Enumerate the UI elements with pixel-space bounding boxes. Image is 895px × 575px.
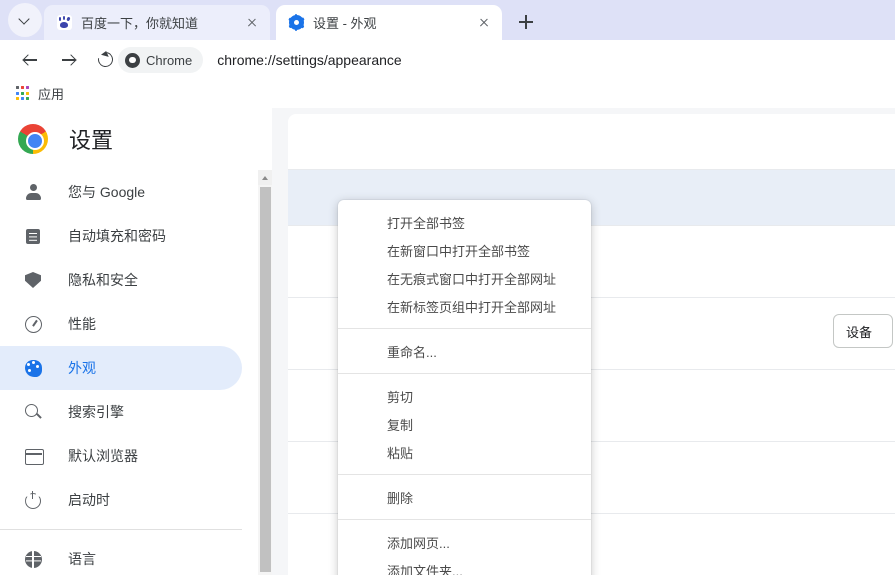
new-tab-button[interactable] [512, 8, 540, 36]
menu-group: 删除 [338, 483, 591, 511]
arrow-left-icon [23, 53, 37, 67]
tab-title: 设置 - 外观 [313, 16, 377, 31]
menu-item-add-page[interactable]: 添加网页... [338, 528, 591, 556]
scroll-up-arrow-icon[interactable] [258, 170, 272, 185]
menu-item-cut[interactable]: 剪切 [338, 382, 591, 410]
sidebar-item-you-and-google[interactable]: 您与 Google [0, 170, 242, 214]
menu-group: 重命名... [338, 337, 591, 365]
menu-item-label: 添加文件夹... [387, 563, 463, 575]
menu-item-label: 在新标签页组中打开全部网址 [387, 299, 557, 315]
settings-sidebar: 您与 Google 自动填充和密码 隐私和安全 性能 外观 搜索引擎 默认浏览器… [0, 170, 258, 575]
gear-icon [287, 13, 305, 32]
power-icon [22, 489, 44, 511]
clipboard-icon [22, 225, 44, 247]
palette-icon [22, 357, 44, 379]
sidebar-item-label: 语言 [68, 551, 96, 567]
sidebar-item-default-browser[interactable]: 默认浏览器 [0, 434, 242, 478]
menu-item-open-all-bookmarks[interactable]: 打开全部书签 [338, 208, 591, 236]
settings-header: 设置 [0, 108, 260, 170]
sidebar-item-label: 搜索引擎 [68, 404, 124, 420]
menu-item-label: 在无痕式窗口中打开全部网址 [387, 271, 557, 287]
menu-item-rename[interactable]: 重命名... [338, 337, 591, 365]
tab-settings[interactable]: 设置 - 外观 [276, 5, 502, 40]
settings-row [288, 114, 895, 170]
menu-item-label: 在新窗口中打开全部书签 [387, 243, 531, 259]
menu-divider [338, 519, 591, 520]
close-icon[interactable] [474, 13, 494, 33]
sidebar-divider [0, 529, 242, 530]
sidebar-item-search-engine[interactable]: 搜索引擎 [0, 390, 242, 434]
menu-group: 添加网页... 添加文件夹... [338, 528, 591, 575]
apps-grid-icon [15, 86, 30, 101]
address-bar[interactable]: Chrome chrome://settings/appearance [118, 45, 888, 75]
menu-item-label: 删除 [387, 490, 414, 506]
sidebar-item-label: 启动时 [68, 492, 110, 508]
globe-icon [22, 548, 44, 570]
window-icon [22, 445, 44, 467]
menu-item-add-folder[interactable]: 添加文件夹... [338, 556, 591, 575]
sidebar-item-on-startup[interactable]: 启动时 [0, 478, 242, 522]
sidebar-item-autofill[interactable]: 自动填充和密码 [0, 214, 242, 258]
menu-item-open-all-tab-group[interactable]: 在新标签页组中打开全部网址 [338, 292, 591, 320]
menu-divider [338, 474, 591, 475]
sidebar-item-label: 自动填充和密码 [68, 228, 166, 244]
settings-page: 设置 您与 Google 自动填充和密码 隐私和安全 性能 外观 搜索引擎 默认… [0, 108, 895, 575]
sidebar-item-label: 默认浏览器 [68, 448, 138, 464]
menu-divider [338, 373, 591, 374]
bookmark-label: 应用 [38, 86, 65, 102]
menu-item-open-all-new-window[interactable]: 在新窗口中打开全部书签 [338, 236, 591, 264]
menu-group: 剪切 复制 粘贴 [338, 382, 591, 466]
chrome-chip-label: Chrome [146, 52, 193, 68]
tab-strip: 百度一下，你就知道 设置 - 外观 [0, 0, 895, 40]
page-title: 设置 [69, 128, 114, 153]
arrow-right-icon [61, 53, 75, 67]
sidebar-item-label: 外观 [68, 360, 96, 376]
tab-title: 百度一下，你就知道 [81, 16, 199, 31]
sidebar-item-performance[interactable]: 性能 [0, 302, 242, 346]
gauge-icon [22, 313, 44, 335]
bookmark-bar: 应用 [0, 78, 895, 108]
menu-item-label: 剪切 [387, 389, 414, 405]
menu-item-label: 重命名... [387, 344, 437, 360]
menu-item-label: 添加网页... [387, 535, 450, 551]
bookmark-apps[interactable]: 应用 [9, 81, 70, 106]
menu-divider [338, 328, 591, 329]
chevron-down-icon [20, 15, 30, 25]
menu-item-open-all-incognito[interactable]: 在无痕式窗口中打开全部网址 [338, 264, 591, 292]
menu-item-label: 粘贴 [387, 445, 414, 461]
menu-group: 打开全部书签 在新窗口中打开全部书签 在无痕式窗口中打开全部网址 在新标签页组中… [338, 208, 591, 320]
search-icon [22, 401, 44, 423]
menu-item-copy[interactable]: 复制 [338, 410, 591, 438]
chrome-icon [125, 52, 140, 68]
close-icon[interactable] [242, 13, 262, 33]
sidebar-scrollbar[interactable] [258, 170, 272, 575]
shield-icon [22, 269, 44, 291]
menu-item-paste[interactable]: 粘贴 [338, 438, 591, 466]
reload-icon [95, 49, 116, 70]
sidebar-item-label: 您与 Google [68, 184, 146, 200]
menu-item-label: 复制 [387, 417, 414, 433]
reload-button[interactable] [94, 48, 118, 72]
chrome-logo-icon [18, 124, 48, 154]
menu-item-delete[interactable]: 删除 [338, 483, 591, 511]
sidebar-item-label: 隐私和安全 [68, 272, 138, 288]
sidebar-item-label: 性能 [68, 316, 96, 332]
device-select[interactable]: 设备 [833, 314, 893, 348]
sidebar-item-privacy[interactable]: 隐私和安全 [0, 258, 242, 302]
browser-window: 百度一下，你就知道 设置 - 外观 Chrome chrome://settin… [0, 0, 895, 575]
tab-baidu[interactable]: 百度一下，你就知道 [44, 5, 270, 40]
back-button[interactable] [18, 48, 42, 72]
menu-item-label: 打开全部书签 [387, 215, 466, 231]
sidebar-item-appearance[interactable]: 外观 [0, 346, 242, 390]
forward-button[interactable] [56, 48, 80, 72]
chrome-origin-chip[interactable]: Chrome [118, 47, 204, 73]
sidebar-item-languages[interactable]: 语言 [0, 537, 242, 575]
scrollbar-thumb[interactable] [259, 187, 271, 572]
baidu-paw-icon [56, 15, 72, 31]
device-select-value: 设备 [846, 324, 873, 340]
url-text: chrome://settings/appearance [217, 52, 402, 68]
bookmark-context-menu[interactable]: 打开全部书签 在新窗口中打开全部书签 在无痕式窗口中打开全部网址 在新标签页组中… [338, 200, 591, 575]
person-icon [22, 181, 44, 203]
tab-search-button[interactable] [8, 3, 42, 37]
